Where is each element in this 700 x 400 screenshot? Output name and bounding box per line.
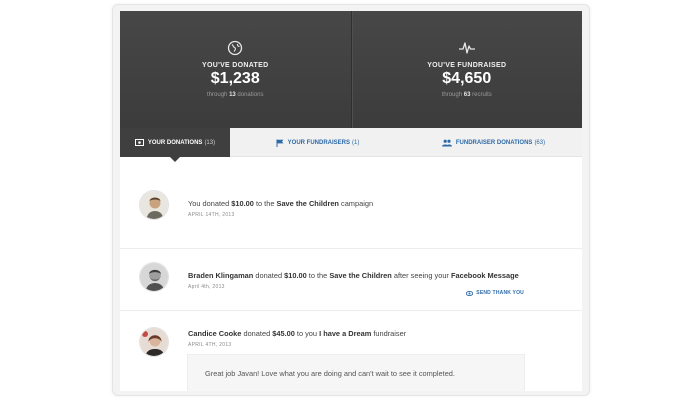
item-text: Candice Cooke donated $45.00 to you I ha… bbox=[188, 329, 407, 338]
tab-your-donations[interactable]: YOUR DONATIONS (13) bbox=[120, 128, 230, 162]
users-icon bbox=[441, 139, 452, 146]
list-item: Candice Cooke donated $45.00 to you I ha… bbox=[120, 311, 582, 391]
tab-bar: YOUR DONATIONS (13) YOUR FUNDRAISERS (1) bbox=[120, 128, 582, 162]
stat-value: $4,650 bbox=[442, 70, 492, 87]
stat-value: $1,238 bbox=[210, 70, 260, 87]
stat-sub: through 63 recruits bbox=[441, 92, 492, 98]
avatar bbox=[139, 327, 169, 357]
stat-donated: YOU'VE DONATED $1,238 through 13 donatio… bbox=[120, 11, 351, 128]
list-item: You donated $10.00 to the Save the Child… bbox=[120, 157, 582, 249]
donations-card: YOU'VE DONATED $1,238 through 13 donatio… bbox=[112, 4, 590, 396]
stat-label: YOU'VE FUNDRAISED bbox=[427, 62, 507, 69]
item-date: APRIL 14TH, 2013 bbox=[188, 212, 235, 218]
action-label: SEND THANK YOU bbox=[476, 290, 524, 296]
eye-icon bbox=[466, 290, 474, 296]
money-icon bbox=[134, 139, 144, 146]
item-date: APRIL 4TH, 2013 bbox=[188, 342, 232, 348]
stat-sub: through 13 donations bbox=[207, 92, 264, 98]
send-thank-you-button[interactable]: SEND THANK YOU bbox=[466, 290, 524, 296]
tab-label: YOUR FUNDRAISERS bbox=[287, 139, 350, 146]
tab-label: FUNDRAISER DONATIONS bbox=[455, 139, 533, 146]
item-text: You donated $10.00 to the Save the Child… bbox=[188, 199, 374, 208]
stat-label: YOU'VE DONATED bbox=[202, 62, 269, 69]
item-date: April 4th, 2013 bbox=[188, 284, 225, 290]
pulse-icon bbox=[458, 42, 475, 54]
stat-fundraised: YOU'VE FUNDRAISED $4,650 through 63 recr… bbox=[350, 11, 583, 128]
item-text: Braden Klingaman donated $10.00 to the S… bbox=[188, 271, 519, 280]
flag-icon bbox=[276, 139, 284, 147]
avatar bbox=[139, 190, 169, 220]
list-item: Braden Klingaman donated $10.00 to the S… bbox=[120, 249, 582, 311]
tab-count: (63) bbox=[534, 139, 546, 146]
globe-icon bbox=[228, 40, 243, 56]
tab-count: (1) bbox=[352, 139, 360, 146]
avatar bbox=[139, 262, 169, 292]
tab-count: (13) bbox=[204, 139, 216, 146]
donor-message: Great job Javan! Love what you are doing… bbox=[187, 354, 525, 391]
tab-fundraiser-donations[interactable]: FUNDRAISER DONATIONS (63) bbox=[405, 128, 582, 157]
stats-header: YOU'VE DONATED $1,238 through 13 donatio… bbox=[120, 11, 582, 128]
tab-your-fundraisers[interactable]: YOUR FUNDRAISERS (1) bbox=[230, 128, 405, 157]
tab-label: YOUR DONATIONS bbox=[147, 139, 203, 146]
card-inner: YOU'VE DONATED $1,238 through 13 donatio… bbox=[120, 11, 582, 391]
